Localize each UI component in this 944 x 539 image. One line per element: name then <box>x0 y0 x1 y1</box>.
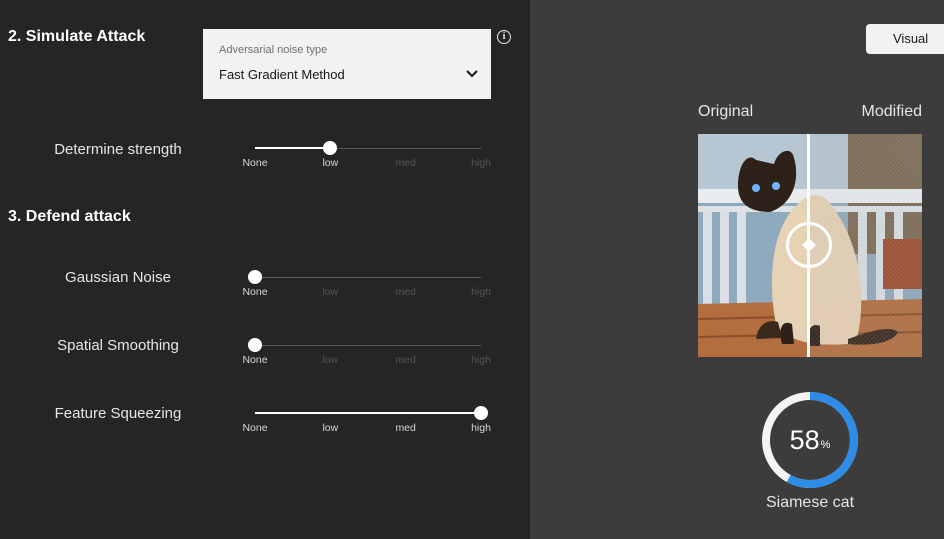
spatial-smoothing-label: Spatial Smoothing <box>57 337 179 354</box>
slider-tick-none[interactable]: None <box>242 286 267 298</box>
slider-tick-high[interactable]: high <box>471 354 491 366</box>
controls-panel: 2. Simulate Attack Adversarial noise typ… <box>0 0 530 539</box>
slider-thumb[interactable] <box>474 406 488 420</box>
slider-fill <box>255 412 481 414</box>
noise-type-dropdown[interactable]: Adversarial noise type Fast Gradient Met… <box>203 29 491 99</box>
noise-type-value: Fast Gradient Method <box>219 67 345 82</box>
slider-thumb[interactable] <box>323 141 338 155</box>
slider-tick-high[interactable]: high <box>471 422 491 434</box>
visual-toggle-button[interactable]: Visual <box>866 24 944 54</box>
slider-thumb[interactable] <box>248 338 262 352</box>
left-right-arrows-icon <box>802 239 816 251</box>
spatial-smoothing-slider[interactable]: None low med high <box>242 338 491 369</box>
slider-tick-med[interactable]: med <box>395 354 415 366</box>
confidence-readout: 58 % <box>759 389 861 491</box>
slider-track <box>255 345 481 346</box>
confidence-value: 58 <box>789 424 820 455</box>
slider-tick-high[interactable]: high <box>471 286 491 298</box>
gaussian-noise-label: Gaussian Noise <box>65 269 171 286</box>
prediction-label: Siamese cat <box>765 494 855 511</box>
strength-label: Determine strength <box>54 141 182 158</box>
noise-type-label: Adversarial noise type <box>219 44 328 56</box>
info-icon[interactable]: i <box>497 30 511 44</box>
compare-handle[interactable] <box>786 222 832 268</box>
slider-fill <box>255 147 331 149</box>
strength-slider[interactable]: None low med high <box>242 141 491 172</box>
image-comparison[interactable] <box>698 134 922 357</box>
slider-thumb[interactable] <box>248 270 262 284</box>
slider-tick-low[interactable]: low <box>322 157 338 169</box>
slider-tick-none[interactable]: None <box>242 422 267 434</box>
chevron-down-icon <box>466 70 478 78</box>
slider-tick-low[interactable]: low <box>322 354 338 366</box>
simulate-attack-heading: 2. Simulate Attack <box>8 28 146 45</box>
confidence-unit: % <box>820 439 831 451</box>
slider-tick-low[interactable]: low <box>322 422 338 434</box>
slider-tick-none[interactable]: None <box>242 157 267 169</box>
result-panel: Visual Original Modified 58 % Siamese ca… <box>530 0 944 539</box>
slider-tick-high[interactable]: high <box>471 157 491 169</box>
defend-attack-heading: 3. Defend attack <box>8 208 131 225</box>
feature-squeezing-slider[interactable]: None low med high <box>242 406 491 437</box>
slider-tick-none[interactable]: None <box>242 354 267 366</box>
slider-track <box>255 277 481 278</box>
feature-squeezing-label: Feature Squeezing <box>54 405 182 422</box>
modified-label: Modified <box>861 103 922 120</box>
slider-tick-med[interactable]: med <box>395 286 415 298</box>
slider-tick-med[interactable]: med <box>395 157 415 169</box>
original-label: Original <box>698 103 754 120</box>
slider-tick-med[interactable]: med <box>395 422 415 434</box>
slider-tick-low[interactable]: low <box>322 286 338 298</box>
gaussian-noise-slider[interactable]: None low med high <box>242 270 491 301</box>
